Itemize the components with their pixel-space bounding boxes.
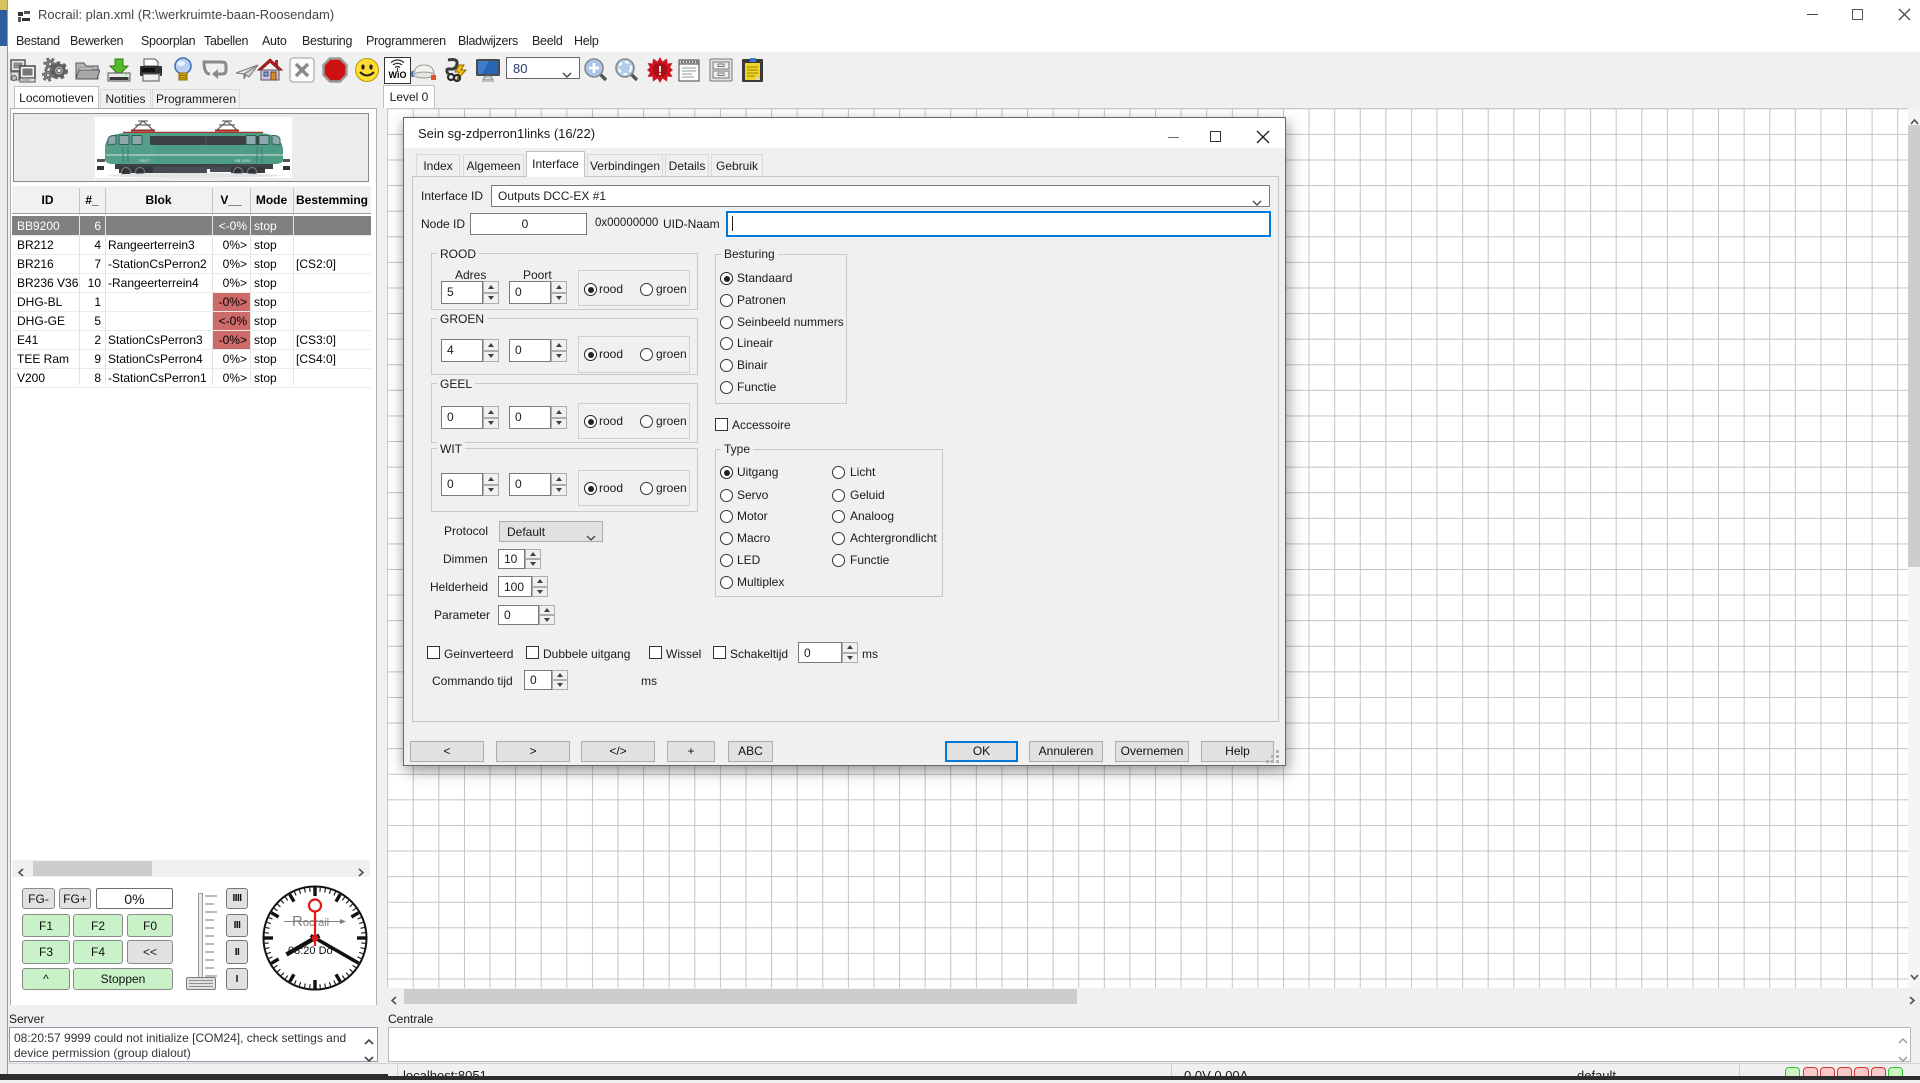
svg-text:SNCF: SNCF bbox=[139, 158, 150, 163]
svg-text:BB 9200: BB 9200 bbox=[235, 158, 251, 163]
svg-text:WiO: WiO bbox=[389, 70, 407, 80]
svg-text:!: ! bbox=[658, 63, 662, 78]
